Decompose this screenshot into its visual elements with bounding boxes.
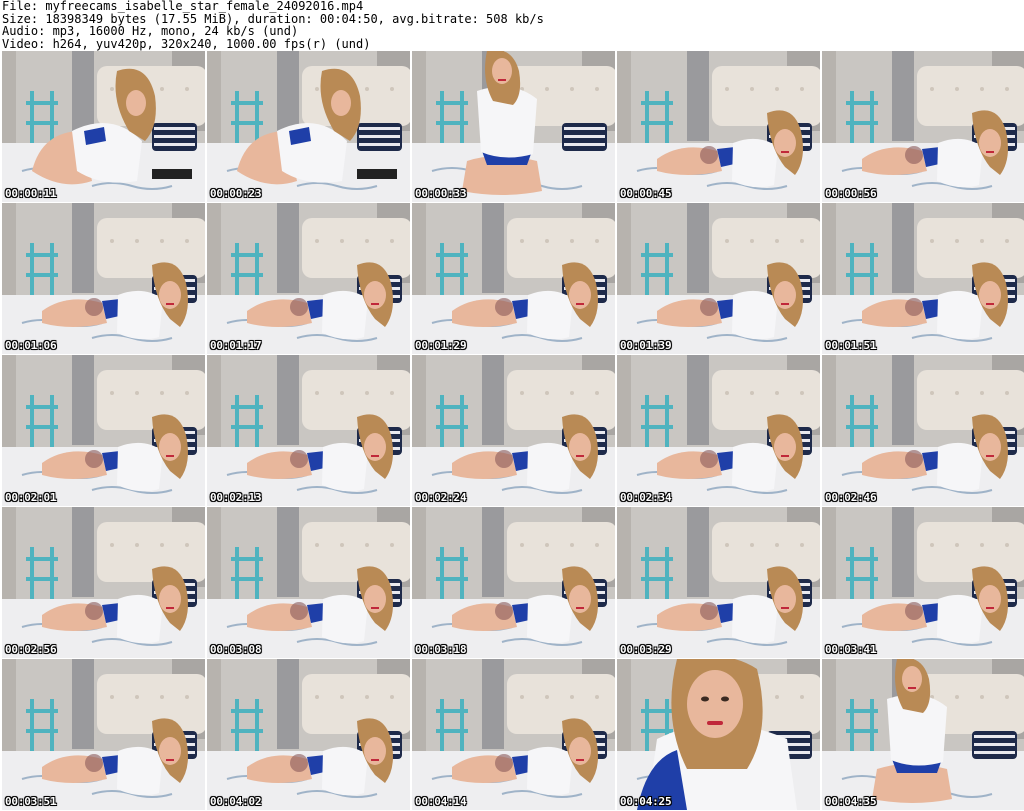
thumbnail-frame-image (2, 355, 205, 506)
video-thumbnail: 00:00:33 (412, 51, 615, 202)
thumbnail-frame-image (207, 203, 410, 354)
thumbnail-grid: 00:00:11 00:00:23 00:00:33 00:00:45 00:00:56… (2, 51, 1024, 810)
video-thumbnail: 00:02:01 (2, 355, 205, 506)
thumbnail-timestamp: 00:02:13 (210, 491, 262, 504)
thumbnail-frame-image (822, 51, 1024, 202)
thumbnail-timestamp: 00:01:39 (620, 339, 672, 352)
thumbnail-frame-image (207, 51, 410, 202)
thumbnail-timestamp: 00:01:51 (825, 339, 877, 352)
video-thumbnail: 00:04:35 (822, 659, 1024, 810)
thumbnail-timestamp: 00:02:01 (5, 491, 57, 504)
thumbnail-timestamp: 00:03:51 (5, 795, 57, 808)
video-thumbnail: 00:03:29 (617, 507, 820, 658)
video-thumbnail: 00:01:29 (412, 203, 615, 354)
video-thumbnail: 00:03:41 (822, 507, 1024, 658)
thumbnail-frame-image (412, 507, 615, 658)
thumbnail-timestamp: 00:00:56 (825, 187, 877, 200)
video-thumbnail: 00:00:23 (207, 51, 410, 202)
thumbnail-frame-image (617, 659, 820, 810)
thumbnail-frame-image (207, 659, 410, 810)
file-name-line: File: myfreecams_isabelle_star_female_24… (2, 0, 364, 13)
thumbnail-timestamp: 00:02:34 (620, 491, 672, 504)
thumbnail-timestamp: 00:02:56 (5, 643, 57, 656)
thumbnail-timestamp: 00:01:29 (415, 339, 467, 352)
thumbnail-timestamp: 00:02:46 (825, 491, 877, 504)
thumbnail-frame-image (822, 507, 1024, 658)
video-thumbnail: 00:03:18 (412, 507, 615, 658)
thumbnail-timestamp: 00:04:25 (620, 795, 672, 808)
video-thumbnail: 00:02:56 (2, 507, 205, 658)
thumbnail-timestamp: 00:00:23 (210, 187, 262, 200)
thumbnail-frame-image (822, 203, 1024, 354)
thumbnail-frame-image (2, 659, 205, 810)
thumbnail-timestamp: 00:01:06 (5, 339, 57, 352)
file-info-header: File: myfreecams_isabelle_star_female_24… (2, 0, 1022, 50)
thumbnail-frame-image (412, 51, 615, 202)
thumbnail-frame-image (617, 203, 820, 354)
thumbnail-frame-image (617, 51, 820, 202)
video-thumbnail: 00:04:14 (412, 659, 615, 810)
thumbnail-frame-image (2, 507, 205, 658)
thumbnail-frame-image (2, 51, 205, 202)
video-thumbnail: 00:03:51 (2, 659, 205, 810)
video-thumbnail: 00:00:45 (617, 51, 820, 202)
thumbnail-frame-image (412, 355, 615, 506)
video-thumbnail: 00:02:46 (822, 355, 1024, 506)
thumbnail-timestamp: 00:02:24 (415, 491, 467, 504)
thumbnail-timestamp: 00:00:45 (620, 187, 672, 200)
video-thumbnail: 00:02:24 (412, 355, 615, 506)
thumbnail-frame-image (822, 659, 1024, 810)
video-info-line: Video: h264, yuv420p, 320x240, 1000.00 f… (2, 36, 371, 51)
thumbnail-timestamp: 00:03:41 (825, 643, 877, 656)
thumbnail-frame-image (822, 355, 1024, 506)
thumbnail-timestamp: 00:04:14 (415, 795, 467, 808)
video-thumbnail: 00:04:02 (207, 659, 410, 810)
thumbnail-timestamp: 00:00:11 (5, 187, 57, 200)
thumbnail-frame-image (207, 507, 410, 658)
thumbnail-frame-image (412, 659, 615, 810)
thumbnail-frame-image (412, 203, 615, 354)
thumbnail-timestamp: 00:00:33 (415, 187, 467, 200)
video-thumbnail: 00:00:56 (822, 51, 1024, 202)
thumbnail-timestamp: 00:03:29 (620, 643, 672, 656)
thumbnail-timestamp: 00:01:17 (210, 339, 262, 352)
video-thumbnail: 00:01:51 (822, 203, 1024, 354)
thumbnail-frame-image (617, 355, 820, 506)
thumbnail-timestamp: 00:04:35 (825, 795, 877, 808)
video-thumbnail: 00:04:25 (617, 659, 820, 810)
video-thumbnail: 00:03:08 (207, 507, 410, 658)
video-thumbnail: 00:01:17 (207, 203, 410, 354)
thumbnail-frame-image (207, 355, 410, 506)
video-thumbnail: 00:01:06 (2, 203, 205, 354)
video-thumbnail: 00:02:34 (617, 355, 820, 506)
video-thumbnail: 00:00:11 (2, 51, 205, 202)
video-thumbnail: 00:02:13 (207, 355, 410, 506)
video-thumbnail: 00:01:39 (617, 203, 820, 354)
thumbnail-timestamp: 00:03:08 (210, 643, 262, 656)
thumbnail-timestamp: 00:04:02 (210, 795, 262, 808)
audio-info-line: Audio: mp3, 16000 Hz, mono, 24 kb/s (und… (2, 24, 299, 38)
thumbnail-frame-image (2, 203, 205, 354)
thumbnail-timestamp: 00:03:18 (415, 643, 467, 656)
thumbnail-frame-image (617, 507, 820, 658)
